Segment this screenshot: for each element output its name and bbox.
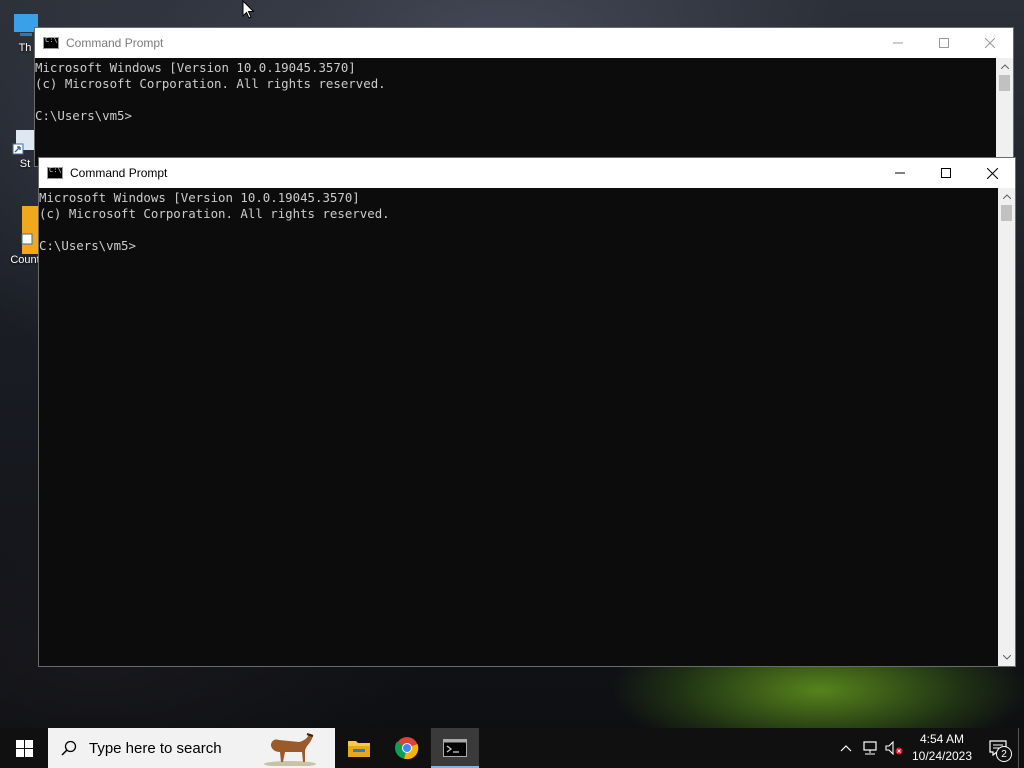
clock-date: 10/24/2023 [911,749,973,763]
console-output[interactable]: Microsoft Windows [Version 10.0.19045.35… [39,188,998,666]
close-icon [986,167,998,179]
chevron-up-icon [1002,194,1011,199]
horse-illustration-icon [264,733,316,766]
maximize-icon [939,38,949,48]
command-prompt-icon [43,36,59,49]
app-shortcut-icon [10,204,40,254]
scroll-thumb[interactable] [999,75,1010,91]
taskbar-chrome[interactable] [383,728,431,768]
search-icon [61,740,77,756]
scroll-down-button[interactable] [998,649,1015,666]
minimize-button[interactable] [877,158,923,188]
chevron-up-icon [840,745,852,752]
close-button[interactable] [967,28,1013,58]
console-line: ​ [35,92,996,108]
command-prompt-window-active[interactable]: Command Prompt Microsoft Windows [Versio… [38,157,1016,667]
title-bar[interactable]: Command Prompt [39,158,1015,188]
chevron-up-icon [1000,64,1009,69]
network-button[interactable] [858,728,882,768]
console-prompt: C:\Users\vm5> [35,108,132,123]
vertical-scrollbar[interactable] [996,58,1013,166]
action-center-button[interactable]: 2 [978,728,1018,768]
mouse-cursor-icon [242,0,255,19]
scroll-up-button[interactable] [998,188,1015,205]
console-prompt: C:\Users\vm5> [39,238,136,253]
clock-time: 4:54 AM [919,732,965,746]
console-line: (c) Microsoft Corporation. All rights re… [35,76,386,91]
chrome-icon [395,737,419,760]
start-button[interactable] [0,728,48,768]
console-output[interactable]: Microsoft Windows [Version 10.0.19045.35… [35,58,996,166]
file-explorer-icon [348,741,370,757]
scroll-thumb[interactable] [1001,205,1012,221]
window-title: Command Prompt [70,166,168,180]
clock[interactable]: 4:54 AM 10/24/2023 [906,731,978,765]
maximize-button[interactable] [921,28,967,58]
maximize-icon [941,168,951,178]
minimize-button[interactable] [875,28,921,58]
notification-count-badge: 2 [996,746,1012,762]
console-line: (c) Microsoft Corporation. All rights re… [39,206,390,221]
show-desktop-button[interactable] [1018,728,1024,768]
console-line: ​ [39,222,998,238]
volume-muted-icon [885,741,903,755]
scroll-up-button[interactable] [996,58,1013,75]
show-hidden-icons-button[interactable] [834,728,858,768]
minimize-icon [893,42,903,44]
command-prompt-window-background[interactable]: Command Prompt Microsoft Windows [Versio… [34,27,1014,167]
taskbar: Type here to search 4:54 AM 10/24/2023 2 [0,728,1024,768]
close-button[interactable] [969,158,1015,188]
maximize-button[interactable] [923,158,969,188]
network-icon [863,741,877,755]
taskbar-file-explorer[interactable] [335,728,383,768]
title-bar[interactable]: Command Prompt [35,28,1013,58]
chevron-down-icon [1002,655,1011,660]
minimize-icon [895,172,905,174]
search-box[interactable]: Type here to search [48,728,335,768]
taskbar-command-prompt[interactable] [431,728,479,768]
volume-button[interactable] [882,728,906,768]
system-tray: 4:54 AM 10/24/2023 2 [834,728,1024,768]
console-line: Microsoft Windows [Version 10.0.19045.35… [35,60,356,75]
windows-logo-icon [15,739,33,757]
window-title: Command Prompt [66,36,164,50]
command-prompt-icon [47,166,63,179]
console-line: Microsoft Windows [Version 10.0.19045.35… [39,190,360,205]
close-icon [985,38,995,48]
vertical-scrollbar[interactable] [998,188,1015,666]
command-prompt-icon [443,739,467,757]
search-placeholder: Type here to search [89,739,222,757]
